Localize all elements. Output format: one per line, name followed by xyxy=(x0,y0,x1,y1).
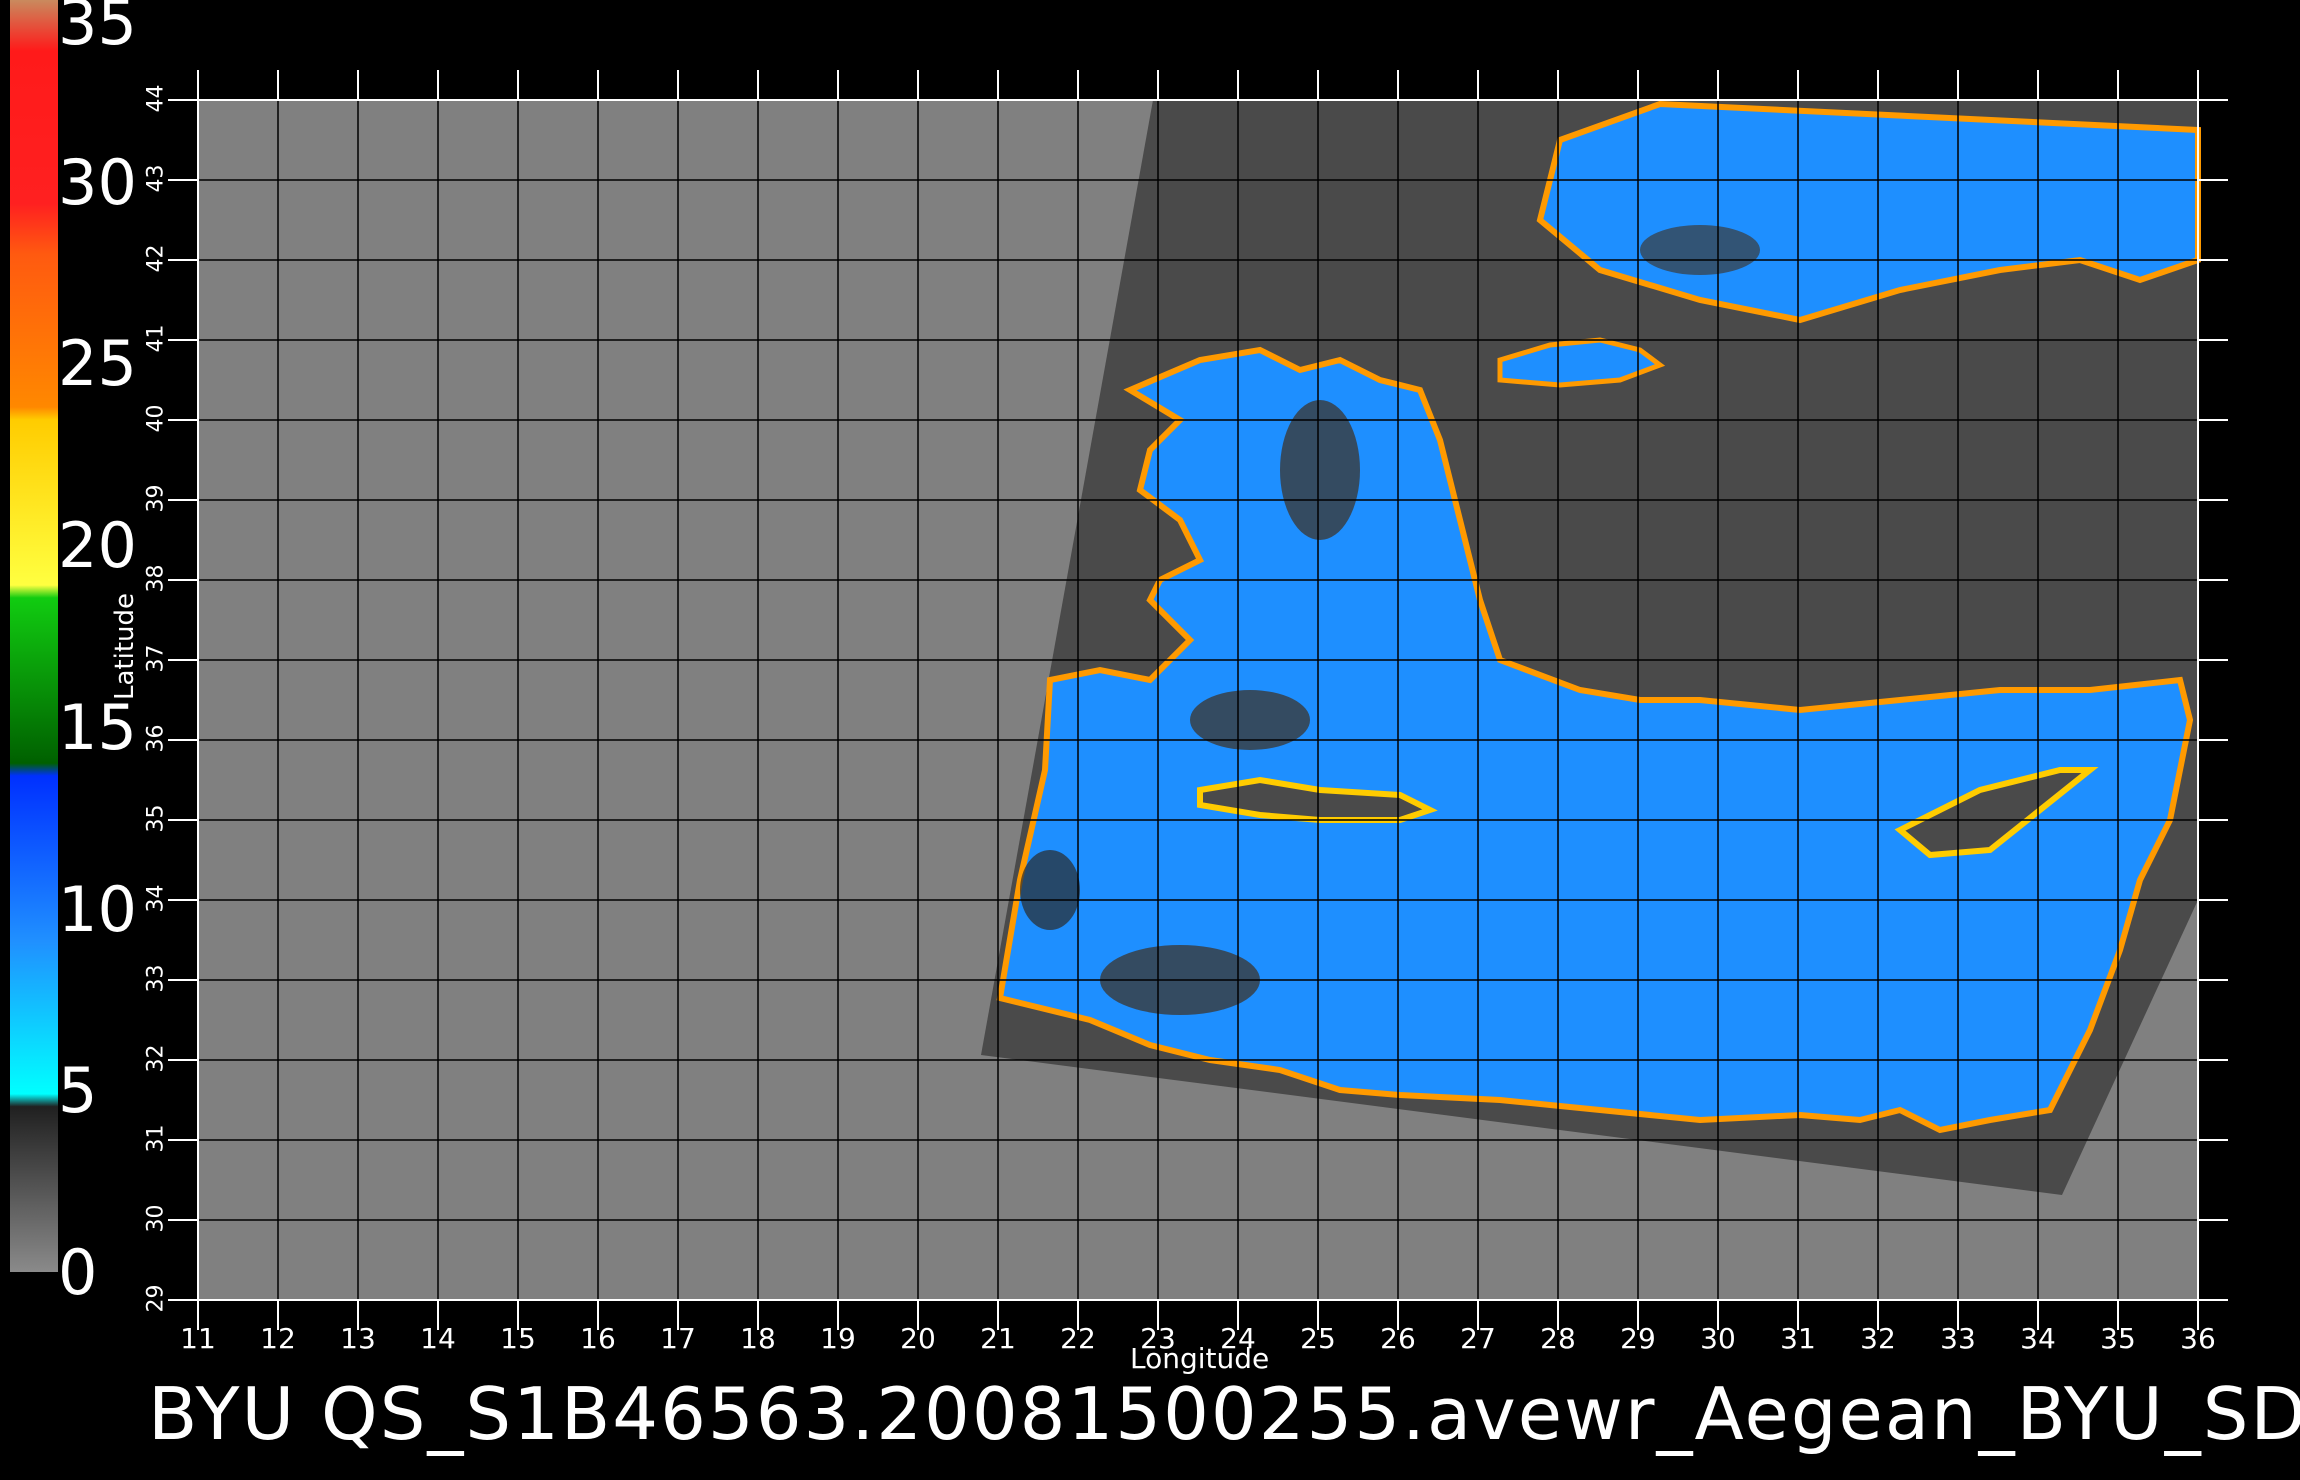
colorbar-tick-label: 25 xyxy=(58,327,137,401)
latitude-tick-label: 29 xyxy=(143,1284,169,1313)
latitude-tick-label: 41 xyxy=(143,324,169,353)
colorbar-tick-label: 10 xyxy=(58,872,137,946)
longitude-tick-label: 11 xyxy=(180,1322,216,1355)
longitude-tick-label: 17 xyxy=(660,1322,696,1355)
longitude-tick-label: 18 xyxy=(740,1322,776,1355)
longitude-tick-label: 32 xyxy=(1860,1322,1896,1355)
latitude-tick-label: 30 xyxy=(143,1204,169,1233)
colorbar-tick-label: 35 xyxy=(58,0,137,59)
longitude-tick-label: 26 xyxy=(1380,1322,1416,1355)
latitude-tick-label: 34 xyxy=(143,884,169,913)
latitude-tick-label: 37 xyxy=(143,644,169,673)
longitude-tick-label: 22 xyxy=(1060,1322,1096,1355)
x-axis-label: Longitude xyxy=(1130,1342,1270,1375)
longitude-tick-label: 15 xyxy=(500,1322,536,1355)
latitude-tick-label: 36 xyxy=(143,724,169,753)
colorbar-tick-label: 15 xyxy=(58,690,137,764)
longitude-tick-label: 25 xyxy=(1300,1322,1336,1355)
latitude-tick-label: 42 xyxy=(143,244,169,273)
longitude-tick-label: 28 xyxy=(1540,1322,1576,1355)
longitude-tick-label: 30 xyxy=(1700,1322,1736,1355)
longitude-tick-label: 20 xyxy=(900,1322,936,1355)
longitude-tick-label: 19 xyxy=(820,1322,856,1355)
latitude-tick-label: 35 xyxy=(143,804,169,833)
colorbar-tick-label: 30 xyxy=(58,145,137,219)
colorbar-tick-label: 20 xyxy=(58,509,137,583)
longitude-tick-label: 33 xyxy=(1940,1322,1976,1355)
longitude-tick-label: 36 xyxy=(2180,1322,2216,1355)
longitude-tick-label: 35 xyxy=(2100,1322,2136,1355)
longitude-tick-label: 29 xyxy=(1620,1322,1656,1355)
longitude-tick-label: 12 xyxy=(260,1322,296,1355)
latitude-tick-label: 39 xyxy=(143,484,169,513)
latitude-tick-label: 32 xyxy=(143,1044,169,1073)
latitude-tick-label: 38 xyxy=(143,564,169,593)
colorbar xyxy=(10,0,58,1272)
latitude-tick-label: 43 xyxy=(143,164,169,193)
latitude-tick-label: 31 xyxy=(143,1124,169,1153)
longitude-tick-label: 27 xyxy=(1460,1322,1496,1355)
colorbar-tick-label: 5 xyxy=(58,1054,98,1128)
product-title: BYU QS_S1B46563.20081500255.avewr_Aegean… xyxy=(148,1372,2300,1456)
latitude-tick-label: 33 xyxy=(143,964,169,993)
longitude-tick-label: 14 xyxy=(420,1322,456,1355)
colorbar-tick-label: 0 xyxy=(58,1236,98,1309)
longitude-tick-label: 31 xyxy=(1780,1322,1816,1355)
wind-map xyxy=(10,0,2228,1330)
latitude-tick-label: 44 xyxy=(143,84,169,113)
longitude-tick-label: 16 xyxy=(580,1322,616,1355)
y-axis-label: Latitude xyxy=(110,592,140,700)
latitude-tick-label: 40 xyxy=(143,404,169,433)
longitude-tick-label: 21 xyxy=(980,1322,1016,1355)
longitude-tick-label: 34 xyxy=(2020,1322,2056,1355)
longitude-tick-label: 13 xyxy=(340,1322,376,1355)
